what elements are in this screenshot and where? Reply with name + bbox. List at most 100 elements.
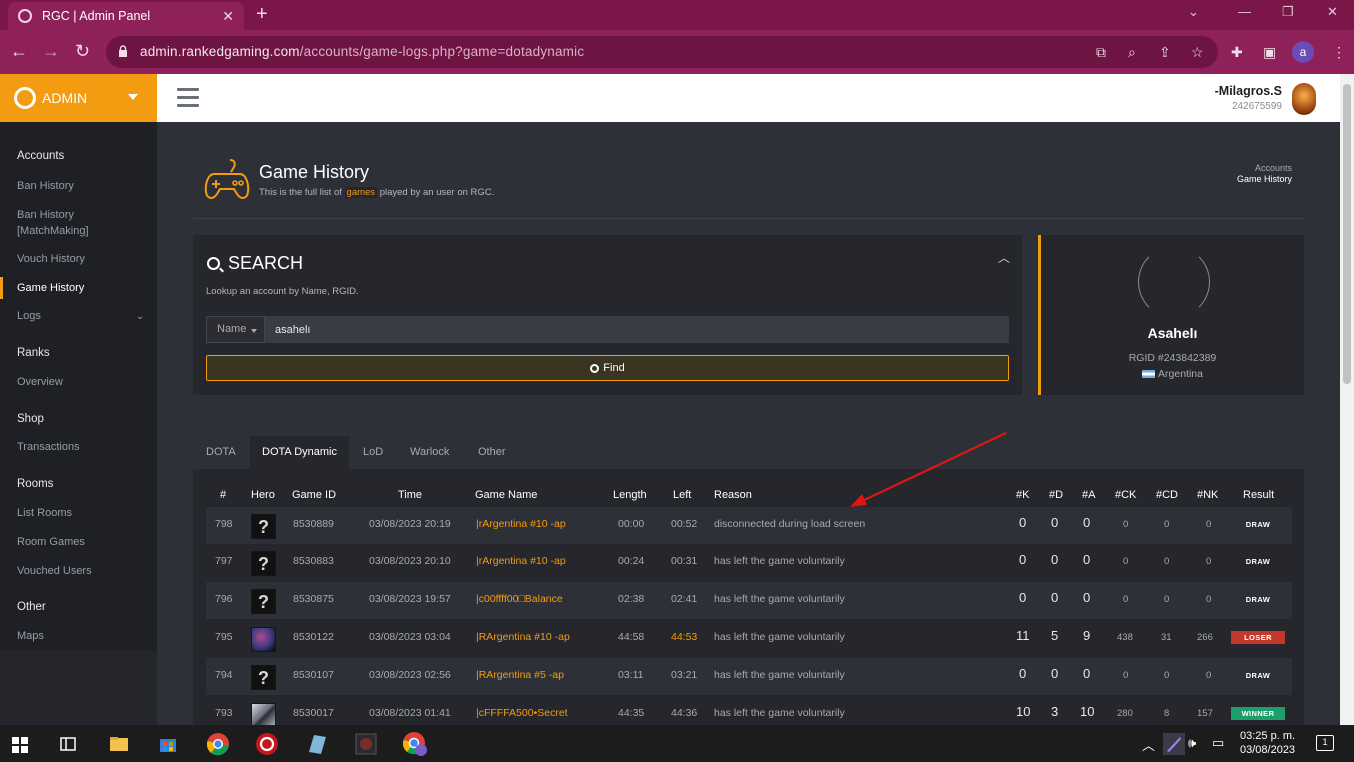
cell-kills: 10	[1016, 704, 1031, 719]
game-launcher-icon[interactable]	[305, 732, 329, 756]
profile-card: Asahelı RGID #243842389 Argentina	[1038, 235, 1304, 395]
zoom-icon[interactable]: ⌕	[1128, 44, 1136, 61]
tab-dota-dynamic[interactable]: DOTA Dynamic	[250, 436, 349, 469]
bookmark-star-icon[interactable]: ☆	[1191, 44, 1204, 61]
hero-unknown-icon: ?	[251, 514, 276, 539]
cell-time: 03/08/2023 20:10	[369, 555, 451, 567]
cell-left: 00:52	[671, 518, 698, 530]
cell-neutral-kills: 0	[1206, 519, 1212, 530]
pen-tray-icon[interactable]	[1163, 733, 1185, 755]
sidebar-item-vouch-history[interactable]: Vouch History	[17, 251, 85, 267]
cell-length: 00:24	[618, 555, 645, 567]
globe-icon	[18, 9, 32, 23]
close-tab-icon[interactable]: ✕	[222, 8, 234, 25]
cell-game-name[interactable]: |rArgentina #10 -ap	[476, 555, 566, 567]
minimize-icon[interactable]: —	[1238, 4, 1251, 19]
store-icon[interactable]	[158, 734, 178, 754]
cell-assists: 10	[1080, 704, 1095, 719]
hero-unknown-icon: ?	[251, 589, 276, 614]
cell-game-name[interactable]: |rArgentina #10 -ap	[476, 518, 566, 530]
cell-kills: 0	[1019, 515, 1027, 530]
result-badge: DRAW	[1245, 671, 1271, 680]
tab-warlock[interactable]: Warlock	[410, 436, 449, 469]
browser-menu-icon[interactable]: ⋮	[1332, 44, 1346, 61]
sidebar-item-game-history[interactable]: Game History	[17, 280, 84, 296]
sidebar-item-room-games[interactable]: Room Games	[17, 534, 85, 550]
back-icon[interactable]: ←	[10, 41, 28, 62]
admin-brand[interactable]: ADMIN	[0, 74, 157, 122]
table-row[interactable]: 798 ? 8530889 03/08/2023 20:19 |rArgenti…	[206, 507, 1292, 544]
col-header: Time	[398, 489, 423, 501]
breadcrumb-accounts[interactable]: Accounts	[1255, 163, 1292, 173]
new-tab-icon[interactable]: +	[256, 3, 268, 26]
tab-dota[interactable]: DOTA	[206, 436, 236, 469]
cell-deaths: 5	[1051, 628, 1059, 643]
notification-center-icon[interactable]: 1	[1316, 735, 1334, 751]
sidebar-item-overview[interactable]: Overview	[17, 374, 63, 390]
sidebar-item-ban-history-matchmaking[interactable]: Ban History [MatchMaking]	[17, 207, 117, 239]
profile-avatar[interactable]: a	[1292, 41, 1314, 63]
find-button[interactable]: Find	[206, 355, 1009, 381]
restore-icon[interactable]: ❐	[1282, 4, 1294, 20]
header-divider	[193, 218, 1304, 219]
sidebar-item-logs[interactable]: Logs	[17, 308, 41, 324]
browser-tab[interactable]: RGC | Admin Panel ✕	[8, 2, 244, 30]
cell-game-name[interactable]: |RArgentina #5 -ap	[476, 669, 564, 681]
sidebar-section-ranks: Ranks	[17, 347, 50, 359]
network-icon[interactable]: ▭	[1212, 735, 1224, 751]
chrome-icon[interactable]	[206, 732, 230, 756]
sidebar-item-transactions[interactable]: Transactions	[17, 439, 80, 455]
user-avatar[interactable]	[1292, 83, 1316, 115]
chevron-down-icon[interactable]: ⌄	[136, 311, 144, 322]
table-row[interactable]: 797 ? 8530883 03/08/2023 20:10 |rArgenti…	[206, 544, 1292, 581]
tab-search-icon[interactable]: ⌄	[1188, 4, 1199, 20]
sidebar-item-ban-history[interactable]: Ban History	[17, 178, 74, 194]
sidebar-item-list-rooms[interactable]: List Rooms	[17, 505, 72, 521]
tray-overflow-icon[interactable]: ︿	[1142, 735, 1155, 754]
menu-toggle-icon[interactable]	[177, 88, 199, 107]
windows-start-icon[interactable]	[12, 737, 28, 753]
chrome-profile-icon[interactable]	[402, 731, 428, 757]
collapse-chevron-icon[interactable]: ︿	[998, 249, 1010, 266]
sidebar-item-maps[interactable]: Maps	[17, 628, 44, 644]
search-title: SEARCH	[228, 253, 304, 273]
cell-game-name[interactable]: |cFFFFA500•Secret	[476, 707, 568, 719]
file-explorer-icon[interactable]	[109, 734, 129, 754]
rgc-client-icon[interactable]	[255, 732, 279, 756]
clock[interactable]: 03:25 p. m. 03/08/2023	[1240, 729, 1295, 757]
cell-game-name[interactable]: |RArgentina #10 -ap	[476, 631, 570, 643]
col-header: #D	[1049, 489, 1064, 501]
scrollbar-thumb[interactable]	[1343, 84, 1351, 384]
close-window-icon[interactable]: ✕	[1327, 4, 1338, 20]
side-panel-icon[interactable]: ▣	[1263, 44, 1276, 61]
tab-other[interactable]: Other	[478, 436, 506, 469]
sidebar-footer	[0, 650, 157, 725]
cell-neutral-kills: 0	[1206, 670, 1212, 681]
cell-index: 795	[215, 631, 233, 643]
lock-icon	[119, 45, 127, 57]
url-field[interactable]: admin.rankedgaming.com/accounts/game-log…	[106, 36, 1218, 68]
sidebar-item-vouched-users[interactable]: Vouched Users	[17, 563, 92, 579]
search-type-label: Name	[217, 323, 247, 335]
table-row[interactable]: 796 ? 8530875 03/08/2023 19:57 |c00ffff0…	[206, 582, 1292, 619]
table-row[interactable]: 794 ? 8530107 03/08/2023 02:56 |RArgenti…	[206, 658, 1292, 695]
taskbar: ︿ 🕪 ▭ 03:25 p. m. 03/08/2023 1	[0, 725, 1354, 762]
search-input[interactable]	[265, 316, 1009, 343]
translate-icon[interactable]: ⧉	[1096, 44, 1106, 61]
page-scrollbar[interactable]	[1340, 74, 1354, 725]
volume-icon[interactable]: 🕪	[1188, 735, 1196, 751]
reload-icon[interactable]: ↻	[75, 41, 90, 62]
cell-game-name[interactable]: |c00ffff00□Balance	[476, 593, 563, 605]
share-icon[interactable]: ⇪	[1159, 44, 1171, 61]
table-row[interactable]: 793 8530017 03/08/2023 01:41 |cFFFFA500•…	[206, 696, 1292, 725]
task-view-icon[interactable]	[58, 734, 78, 754]
warcraft-icon[interactable]	[354, 732, 378, 756]
forward-icon[interactable]: →	[42, 41, 60, 62]
table-row[interactable]: 795 8530122 03/08/2023 03:04 |RArgentina…	[206, 620, 1292, 657]
col-header: #A	[1082, 489, 1096, 501]
extensions-icon[interactable]: ✚	[1231, 44, 1243, 61]
cell-creep-kills: 0	[1123, 670, 1129, 681]
tab-lod[interactable]: LoD	[363, 436, 383, 469]
cell-reason: disconnected during load screen	[714, 518, 866, 530]
search-type-select[interactable]: Name	[206, 316, 265, 343]
